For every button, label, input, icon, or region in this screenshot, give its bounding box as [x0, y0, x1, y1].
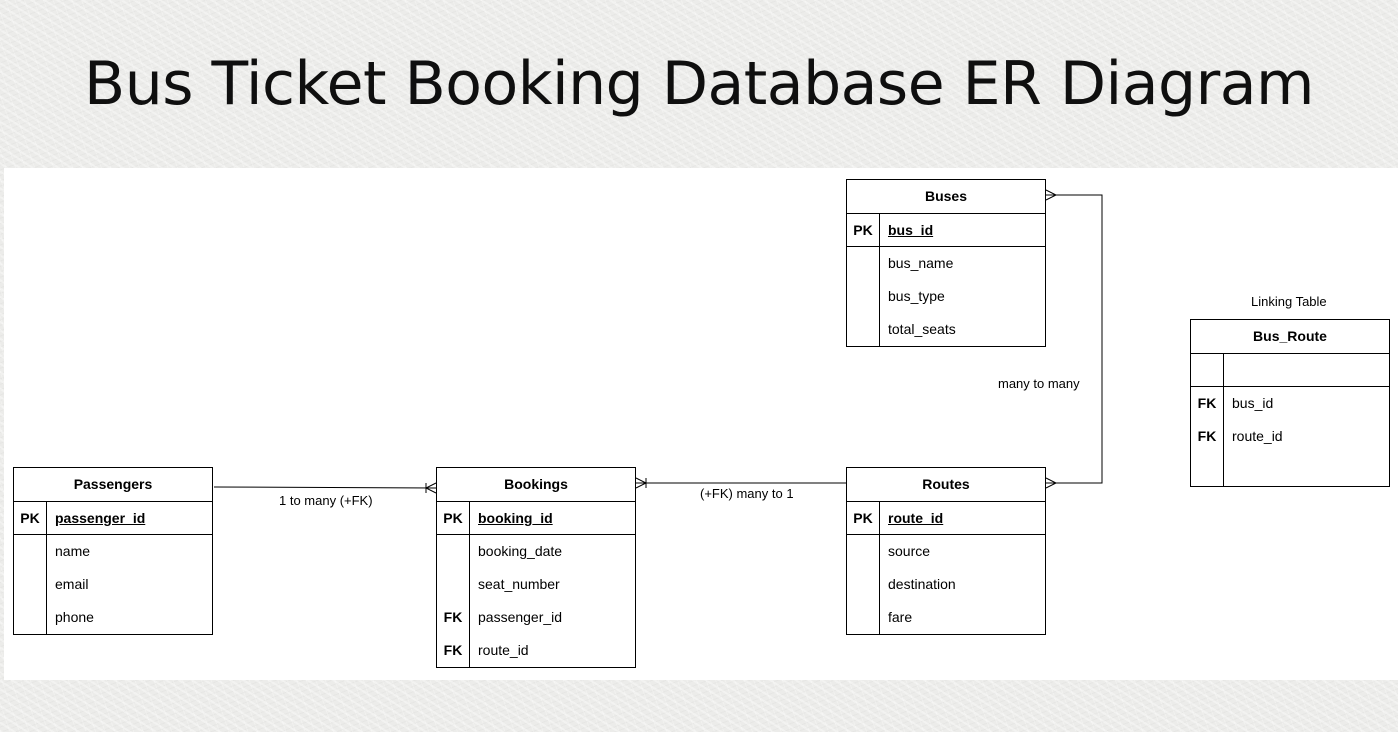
slide: { "title": "Bus Ticket Booking Database …	[0, 0, 1398, 732]
field-row: FK route_id	[1191, 420, 1389, 453]
key-label	[847, 601, 880, 634]
key-label	[847, 280, 880, 313]
field-row: fare	[847, 601, 1045, 634]
diagram-canvas	[4, 168, 1398, 680]
key-label: PK	[847, 502, 880, 534]
field-name: name	[55, 543, 91, 559]
label-passengers-bookings: 1 to many (+FK)	[279, 493, 373, 508]
entity-title: Buses	[847, 180, 1045, 214]
field-name: bus_type	[888, 288, 945, 304]
pk-row	[1191, 354, 1389, 387]
entity-passengers[interactable]: Passengers PK passenger_id name email ph…	[13, 467, 213, 635]
label-routes-bookings: (+FK) many to 1	[700, 486, 794, 501]
field-name: seat_number	[478, 576, 560, 592]
field-name: destination	[888, 576, 956, 592]
field-name: email	[55, 576, 89, 592]
field-row: FK route_id	[437, 634, 635, 667]
field-name: passenger_id	[55, 510, 146, 526]
field-row: FK passenger_id	[437, 601, 635, 634]
field-name: phone	[55, 609, 94, 625]
key-label: FK	[437, 634, 470, 667]
key-label	[14, 535, 47, 568]
entity-title: Bookings	[437, 468, 635, 502]
field-name: bus_name	[888, 255, 954, 271]
field-name: passenger_id	[478, 609, 563, 625]
key-label: FK	[1191, 420, 1224, 453]
key-label: FK	[1191, 387, 1224, 420]
key-label	[847, 313, 880, 346]
field-name: bus_id	[888, 222, 934, 238]
pk-row: PK route_id	[847, 502, 1045, 535]
field-name: fare	[888, 609, 913, 625]
slide-title: Bus Ticket Booking Database ER Diagram	[84, 49, 1314, 119]
key-label	[437, 535, 470, 568]
key-label	[14, 568, 47, 601]
field-row: seat_number	[437, 568, 635, 601]
field-row: bus_name	[847, 247, 1045, 280]
key-label	[1191, 453, 1224, 486]
key-label: PK	[437, 502, 470, 534]
key-label	[437, 568, 470, 601]
field-row: total_seats	[847, 313, 1045, 346]
entity-routes[interactable]: Routes PK route_id source destination fa…	[846, 467, 1046, 635]
field-name	[1224, 354, 1232, 386]
entity-bus-route[interactable]: Bus_Route FK bus_id FK route_id	[1190, 319, 1390, 487]
field-name	[1224, 453, 1232, 486]
field-row: phone	[14, 601, 212, 634]
entity-title: Passengers	[14, 468, 212, 502]
field-name: route_id	[478, 642, 529, 658]
field-row: name	[14, 535, 212, 568]
key-label	[847, 247, 880, 280]
pk-row: PK passenger_id	[14, 502, 212, 535]
entity-bookings[interactable]: Bookings PK booking_id booking_date seat…	[436, 467, 636, 668]
field-name: booking_id	[478, 510, 553, 526]
key-label	[847, 535, 880, 568]
key-label: PK	[14, 502, 47, 534]
field-name: bus_id	[1232, 395, 1274, 411]
field-name: total_seats	[888, 321, 956, 337]
field-row: FK bus_id	[1191, 387, 1389, 420]
entity-title: Routes	[847, 468, 1045, 502]
field-name: booking_date	[478, 543, 563, 559]
key-label	[14, 601, 47, 634]
linking-table-label: Linking Table	[1251, 294, 1327, 309]
pk-row: PK booking_id	[437, 502, 635, 535]
key-label: FK	[437, 601, 470, 634]
entity-title: Bus_Route	[1191, 320, 1389, 354]
entity-buses[interactable]: Buses PK bus_id bus_name bus_type total_…	[846, 179, 1046, 347]
field-row: booking_date	[437, 535, 635, 568]
field-row	[1191, 453, 1389, 486]
field-name: source	[888, 543, 931, 559]
key-label	[1191, 354, 1224, 386]
key-label: PK	[847, 214, 880, 246]
field-row: source	[847, 535, 1045, 568]
field-row: destination	[847, 568, 1045, 601]
field-name: route_id	[1232, 428, 1283, 444]
label-buses-routes: many to many	[998, 376, 1080, 391]
field-row: email	[14, 568, 212, 601]
pk-row: PK bus_id	[847, 214, 1045, 247]
key-label	[847, 568, 880, 601]
field-row: bus_type	[847, 280, 1045, 313]
field-name: route_id	[888, 510, 944, 526]
